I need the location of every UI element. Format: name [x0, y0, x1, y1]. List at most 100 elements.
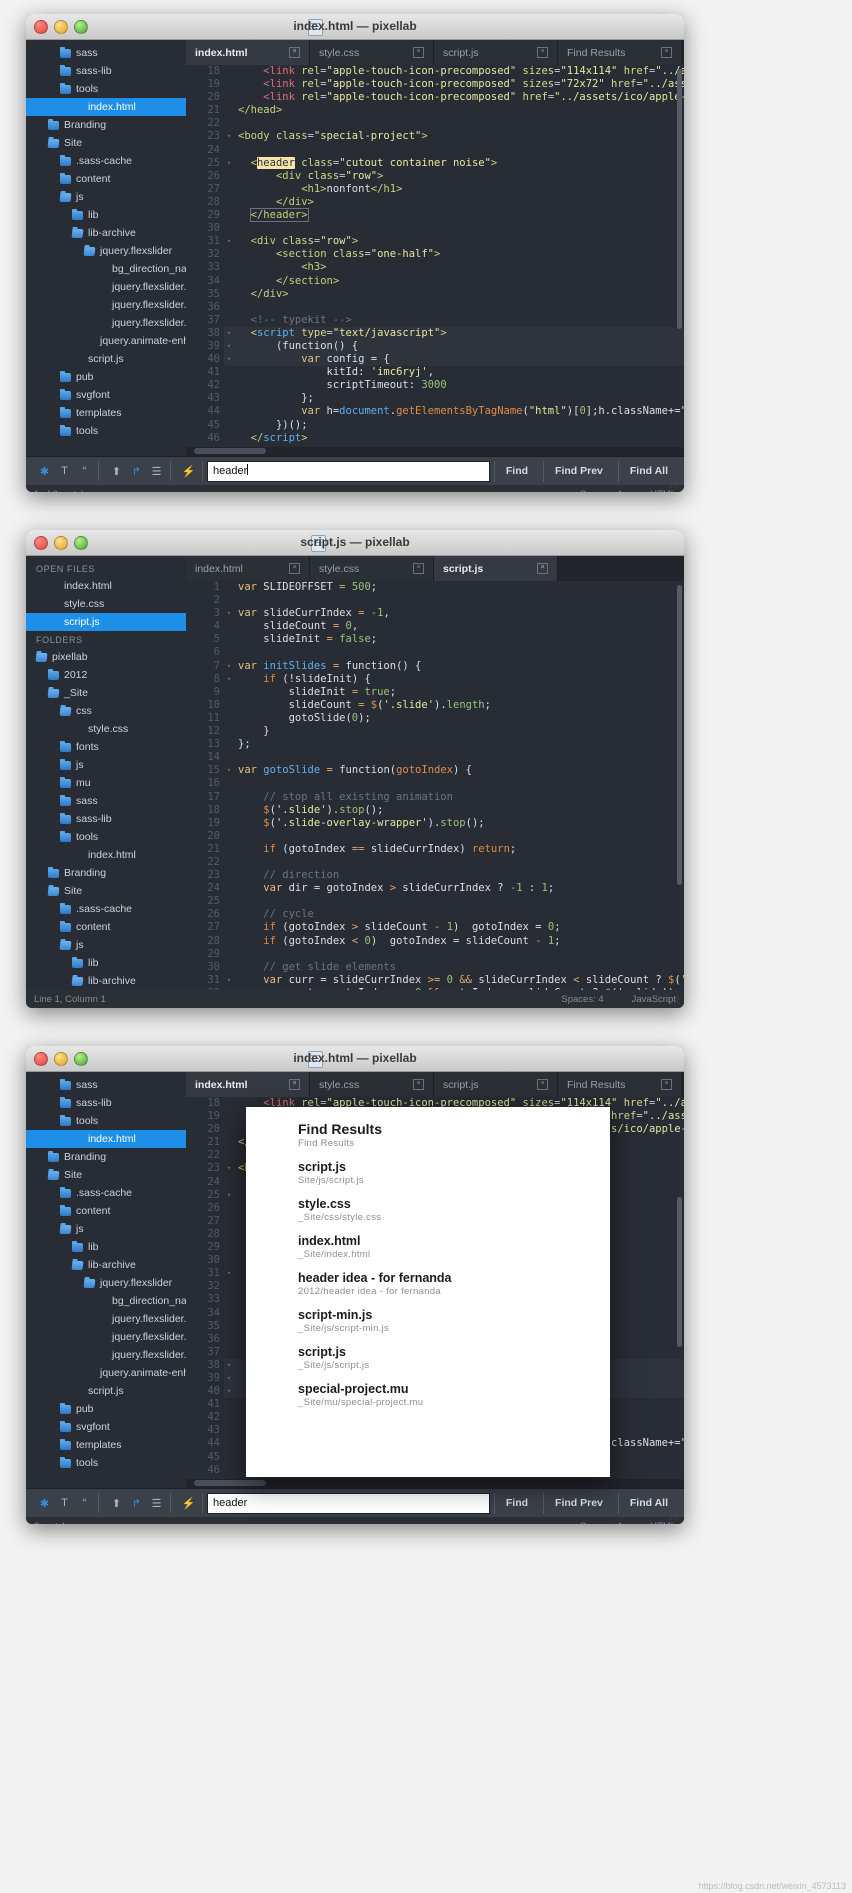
sidebar-item[interactable]: jquery.animate-enh [26, 1364, 186, 1382]
sidebar-item[interactable]: index.html [26, 846, 186, 864]
fold-arrow-icon[interactable] [224, 275, 234, 288]
sidebar-item[interactable]: jquery.animate-enh [26, 332, 186, 350]
find-bar[interactable]: ✱T“ ⬆↱☰ ⚡ header Find Find Prev Find All [26, 1488, 684, 1517]
sidebar-item[interactable]: content [26, 170, 186, 188]
sidebar-item[interactable]: js [26, 1220, 186, 1238]
fold-arrow-icon[interactable] [224, 392, 234, 405]
fold-arrow-icon[interactable]: ▾ [224, 660, 234, 673]
close-tab-icon[interactable]: × [537, 47, 548, 58]
fold-arrow-icon[interactable] [224, 301, 234, 314]
file-sidebar[interactable]: sasssass-libtoolsindex.htmlBrandingSite.… [26, 40, 186, 456]
code-line[interactable]: 3▾var slideCurrIndex = -1, [186, 607, 684, 620]
code-line[interactable]: 42 scriptTimeout: 3000 [186, 379, 684, 392]
fold-arrow-icon[interactable] [224, 1110, 234, 1123]
vertical-scrollbar[interactable] [677, 69, 682, 329]
fold-arrow-icon[interactable] [224, 843, 234, 856]
tab-find-results[interactable]: Find Results× [558, 40, 682, 65]
code-line[interactable]: 17 // stop all existing animation [186, 791, 684, 804]
sidebar-item[interactable]: index.html [26, 577, 186, 595]
close-tab-icon[interactable]: × [661, 47, 672, 58]
close-tab-icon[interactable]: × [413, 1079, 424, 1090]
sidebar-item[interactable]: js [26, 756, 186, 774]
fold-arrow-icon[interactable] [224, 261, 234, 274]
horizontal-scrollbar-thumb[interactable] [194, 448, 266, 454]
sidebar-item[interactable]: script.js [26, 613, 186, 631]
horizontal-scrollbar-thumb[interactable] [194, 1480, 266, 1486]
fold-arrow-icon[interactable] [224, 869, 234, 882]
fold-arrow-icon[interactable]: ▾ [224, 353, 234, 366]
fold-arrow-icon[interactable]: ▾ [224, 673, 234, 686]
editor-pane[interactable]: index.html×style.css×script.js× 1var SLI… [186, 556, 684, 990]
close-tab-icon[interactable]: × [289, 563, 300, 574]
code-line[interactable]: 34 </section> [186, 275, 684, 288]
find-result-item[interactable]: script.js_Site/js/script.js [246, 1334, 610, 1371]
fold-arrow-icon[interactable] [224, 961, 234, 974]
code-line[interactable]: 6 [186, 646, 684, 659]
code-line[interactable]: 19 $('.slide-overlay-wrapper').stop(); [186, 817, 684, 830]
tab-bar[interactable]: index.html×style.css×script.js×Find Resu… [186, 40, 684, 65]
sidebar-item[interactable]: jquery.flexslider. [26, 1346, 186, 1364]
regex-icon[interactable]: ✱ [36, 1495, 53, 1512]
indent-setting[interactable]: Spaces: 4 [580, 1521, 622, 1524]
sidebar-item[interactable]: Site [26, 882, 186, 900]
tab-index-html[interactable]: index.html× [186, 556, 310, 581]
fold-arrow-icon[interactable] [224, 1346, 234, 1359]
code-line[interactable]: 2 [186, 594, 684, 607]
code-line[interactable]: 10 slideCount = $('.slide').length; [186, 699, 684, 712]
code-area[interactable]: 18 <link rel="apple-touch-icon-precompos… [186, 65, 684, 456]
fold-arrow-icon[interactable] [224, 1123, 234, 1136]
fold-arrow-icon[interactable] [224, 288, 234, 301]
sidebar-item[interactable]: tools [26, 1454, 186, 1472]
fold-arrow-icon[interactable]: ▾ [224, 340, 234, 353]
fold-arrow-icon[interactable] [224, 751, 234, 764]
fold-arrow-icon[interactable] [224, 248, 234, 261]
fold-arrow-icon[interactable] [224, 144, 234, 157]
code-line[interactable]: 38▾ <script type="text/javascript"> [186, 327, 684, 340]
resize-grip-icon[interactable] [669, 994, 680, 1005]
find-result-item[interactable]: header idea - for fernanda2012/header id… [246, 1260, 610, 1297]
fold-arrow-icon[interactable]: ▾ [224, 974, 234, 987]
code-line[interactable]: 8▾ if (!slideInit) { [186, 673, 684, 686]
code-line[interactable]: 30 // get slide elements [186, 961, 684, 974]
file-sidebar[interactable]: OPEN FILES index.htmlstyle.cssscript.js … [26, 556, 186, 990]
fold-arrow-icon[interactable] [224, 405, 234, 418]
find-result-item[interactable]: script-min.js_Site/js/script-min.js [246, 1297, 610, 1334]
fold-arrow-icon[interactable] [224, 1149, 234, 1162]
editor-pane[interactable]: index.html×style.css×script.js×Find Resu… [186, 40, 684, 456]
sidebar-item[interactable]: jquery.flexslider [26, 242, 186, 260]
sidebar-item[interactable]: .sass-cache [26, 1184, 186, 1202]
code-line[interactable]: 31▾ var curr = slideCurrIndex >= 0 && sl… [186, 974, 684, 987]
find-bar[interactable]: ✱T“ ⬆↱☰ ⚡ header Find Find Prev Find All [26, 456, 684, 485]
wrap-icon[interactable]: ↱ [128, 463, 145, 480]
fold-arrow-icon[interactable] [224, 581, 234, 594]
find-options-group-3[interactable]: ⚡ [175, 461, 203, 481]
fold-arrow-icon[interactable] [224, 170, 234, 183]
code-line[interactable]: 25 [186, 895, 684, 908]
find-button[interactable]: Find [494, 461, 539, 482]
code-line[interactable]: 18 $('.slide').stop(); [186, 804, 684, 817]
code-line[interactable]: 15▾var gotoSlide = function(gotoIndex) { [186, 764, 684, 777]
fold-arrow-icon[interactable]: ▾ [224, 1372, 234, 1385]
sidebar-item[interactable]: style.css [26, 720, 186, 738]
sidebar-item[interactable]: sass-lib [26, 810, 186, 828]
sidebar-item[interactable]: jquery.flexslider. [26, 1310, 186, 1328]
find-input[interactable]: header [207, 1493, 490, 1514]
code-line[interactable]: 21 if (gotoIndex == slideCurrIndex) retu… [186, 843, 684, 856]
sidebar-item[interactable]: tools [26, 422, 186, 440]
sidebar-item[interactable]: fonts [26, 738, 186, 756]
sidebar-item[interactable]: sass [26, 44, 186, 62]
fold-arrow-icon[interactable] [224, 1136, 234, 1149]
highlight-matches-icon[interactable]: ⚡ [180, 1495, 197, 1512]
fold-arrow-icon[interactable] [224, 1333, 234, 1346]
sidebar-item[interactable]: lib [26, 954, 186, 972]
horizontal-scroll-track[interactable] [186, 447, 684, 456]
resize-grip-icon[interactable] [669, 1510, 680, 1521]
find-result-item[interactable]: script.jsSite/js/script.js [246, 1149, 610, 1186]
sidebar-item[interactable]: _Site [26, 684, 186, 702]
fold-arrow-icon[interactable]: ▾ [224, 1385, 234, 1398]
whole-word-icon[interactable]: “ [76, 1495, 93, 1512]
code-line[interactable]: 32 <section class="one-half"> [186, 248, 684, 261]
code-line[interactable]: 28 if (gotoIndex < 0) gotoIndex = slideC… [186, 935, 684, 948]
sidebar-item[interactable]: sass-lib [26, 1094, 186, 1112]
sidebar-item[interactable]: sass [26, 1076, 186, 1094]
